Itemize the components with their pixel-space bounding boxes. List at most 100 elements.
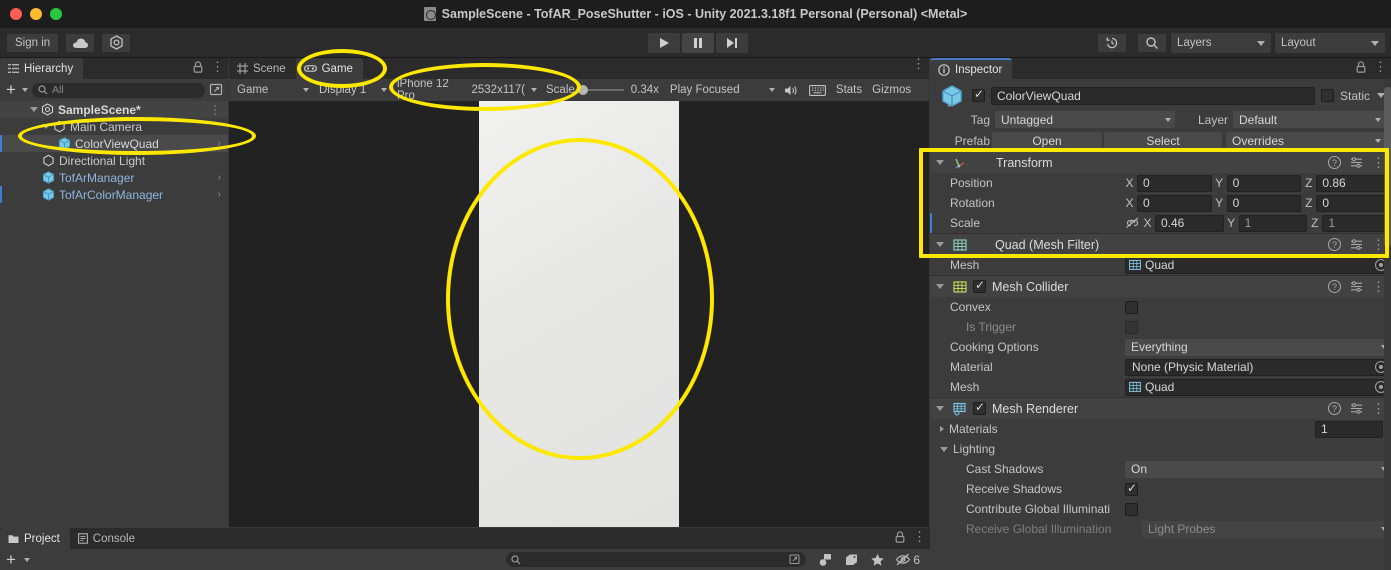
project-add-button[interactable]: +	[4, 551, 18, 568]
search-mode-icon[interactable]	[789, 554, 801, 565]
device-simulator-button[interactable]	[803, 81, 831, 99]
kebab-menu-icon[interactable]: ⋮	[913, 530, 926, 543]
tag-dropdown[interactable]: Untagged	[995, 111, 1175, 128]
prefab-open-button[interactable]: Open	[992, 132, 1102, 149]
chevron-right-icon[interactable]: ›	[218, 189, 221, 200]
mesh-renderer-enabled-checkbox[interactable]	[973, 400, 986, 415]
gizmos-button[interactable]: Gizmos	[867, 81, 917, 99]
stats-button[interactable]: Stats	[830, 81, 868, 99]
cooking-options-dropdown[interactable]: Everything	[1125, 338, 1391, 356]
layer-dropdown[interactable]: Default	[1233, 111, 1385, 128]
unity-services-icon[interactable]	[101, 32, 132, 53]
scale-x-input[interactable]: 0.46	[1155, 214, 1224, 232]
prefab-select-button[interactable]: Select	[1104, 132, 1222, 149]
undo-history-icon[interactable]	[1097, 33, 1127, 53]
chevron-right-icon[interactable]: ›	[218, 138, 221, 149]
rotation-x-input[interactable]: 0	[1137, 194, 1212, 212]
chevron-down-icon[interactable]	[23, 557, 30, 562]
kebab-menu-icon[interactable]: ⋮	[211, 60, 224, 73]
preset-icon[interactable]	[1350, 402, 1363, 415]
minimize-window-button[interactable]	[30, 8, 42, 20]
hierarchy-item-colorviewquad[interactable]: ColorViewQuad ›	[0, 135, 228, 152]
project-search-input[interactable]	[506, 552, 807, 567]
component-header-mesh-renderer[interactable]: Mesh Renderer ? ⋮	[930, 397, 1391, 419]
constrain-proportions-off-icon[interactable]	[1125, 217, 1140, 229]
tab-hierarchy[interactable]: Hierarchy	[0, 58, 84, 79]
chevron-down-icon[interactable]	[940, 446, 948, 452]
prefab-overrides-dropdown[interactable]: Overrides	[1226, 132, 1385, 149]
sign-in-button[interactable]: Sign in	[6, 32, 60, 53]
receive-shadows-checkbox[interactable]	[1125, 481, 1138, 496]
hierarchy-item-directional-light[interactable]: Directional Light	[0, 152, 228, 169]
chevron-down-icon[interactable]	[42, 124, 50, 129]
tab-game[interactable]: Game	[295, 58, 363, 79]
scale-slider[interactable]: Scale 0.34x	[541, 81, 664, 99]
mute-audio-button[interactable]	[778, 81, 804, 99]
kebab-menu-icon[interactable]: ⋮	[912, 57, 925, 70]
hidden-packages-button[interactable]: 6	[895, 553, 920, 567]
help-icon[interactable]: ?	[1328, 280, 1341, 293]
hierarchy-search-input[interactable]: All	[31, 82, 205, 98]
mesh-collider-enabled-checkbox[interactable]	[973, 278, 986, 293]
hierarchy-item-main-camera[interactable]: Main Camera	[0, 118, 228, 135]
chevron-down-icon[interactable]	[936, 160, 944, 165]
play-mode-dropdown[interactable]: Play Focused	[663, 81, 779, 99]
chevron-down-icon[interactable]	[936, 284, 944, 289]
component-header-mesh-filter[interactable]: Quad (Mesh Filter) ? ⋮	[930, 233, 1391, 255]
mesh-renderer-materials-row[interactable]: Materials 1	[930, 419, 1391, 439]
cloud-icon[interactable]	[65, 32, 96, 53]
physic-material-object-field[interactable]: None (Physic Material)	[1125, 358, 1391, 376]
preset-icon[interactable]	[1350, 156, 1363, 169]
scale-z-input[interactable]: 1	[1322, 214, 1391, 232]
component-header-transform[interactable]: Transform ? ⋮	[930, 151, 1391, 173]
chevron-right-icon[interactable]	[940, 426, 944, 432]
cast-shadows-dropdown[interactable]: On	[1125, 460, 1391, 478]
rotation-y-input[interactable]: 0	[1226, 194, 1302, 212]
game-view-canvas[interactable]	[229, 101, 929, 527]
scale-y-input[interactable]: 1	[1238, 214, 1308, 232]
tab-inspector[interactable]: Inspector	[930, 58, 1013, 79]
pause-button[interactable]	[682, 33, 714, 53]
contribute-gi-checkbox[interactable]	[1125, 502, 1138, 516]
step-button[interactable]	[716, 33, 748, 53]
position-y-input[interactable]: 0	[1226, 174, 1302, 192]
gameobject-enabled-checkbox[interactable]	[972, 87, 985, 102]
preset-icon[interactable]	[1350, 238, 1363, 251]
help-icon[interactable]: ?	[1328, 402, 1341, 415]
chevron-right-icon[interactable]: ›	[218, 172, 221, 183]
kebab-menu-icon[interactable]: ⋮	[209, 103, 221, 117]
inspector-scrollbar-thumb[interactable]	[1384, 87, 1391, 247]
layers-dropdown[interactable]: Layers	[1171, 33, 1271, 53]
inspector-scrollbar[interactable]	[1384, 79, 1391, 570]
gameobject-name-field[interactable]: ColorViewQuad	[991, 86, 1315, 105]
layout-dropdown[interactable]: Layout	[1275, 33, 1385, 53]
mesh-collider-mesh-object-field[interactable]: Quad	[1125, 378, 1391, 396]
scale-slider-knob[interactable]	[577, 85, 588, 95]
tab-scene[interactable]: Scene	[229, 58, 296, 79]
star-icon[interactable]	[870, 553, 885, 567]
play-button[interactable]	[648, 33, 680, 53]
hierarchy-root-scene[interactable]: SampleScene* ⋮	[0, 101, 228, 118]
kebab-menu-icon[interactable]: ⋮	[1374, 60, 1387, 73]
scale-slider-track[interactable]	[577, 85, 624, 95]
preset-icon[interactable]	[1350, 280, 1363, 293]
lock-icon[interactable]	[895, 531, 905, 543]
maximize-window-button[interactable]	[50, 8, 62, 20]
help-icon[interactable]: ?	[1328, 156, 1341, 169]
chevron-down-icon[interactable]	[936, 406, 944, 411]
component-header-mesh-collider[interactable]: Mesh Collider ? ⋮	[930, 275, 1391, 297]
lock-icon[interactable]	[1356, 61, 1366, 73]
hierarchy-item-tofarcolormanager[interactable]: TofArColorManager ›	[0, 186, 228, 203]
rotation-z-input[interactable]: 0	[1316, 194, 1391, 212]
convex-checkbox[interactable]	[1125, 300, 1138, 314]
display-dropdown[interactable]: Display 1	[313, 81, 391, 99]
gameview-mode-dropdown[interactable]: Game	[231, 81, 313, 99]
materials-count-input[interactable]: 1	[1315, 420, 1383, 438]
chevron-down-icon[interactable]	[21, 88, 28, 92]
close-window-button[interactable]	[10, 8, 22, 20]
static-checkbox[interactable]	[1320, 89, 1334, 102]
tab-project[interactable]: Project	[0, 528, 70, 549]
add-object-button[interactable]: +	[4, 81, 18, 98]
help-icon[interactable]: ?	[1328, 238, 1341, 251]
position-z-input[interactable]: 0.86	[1316, 174, 1391, 192]
